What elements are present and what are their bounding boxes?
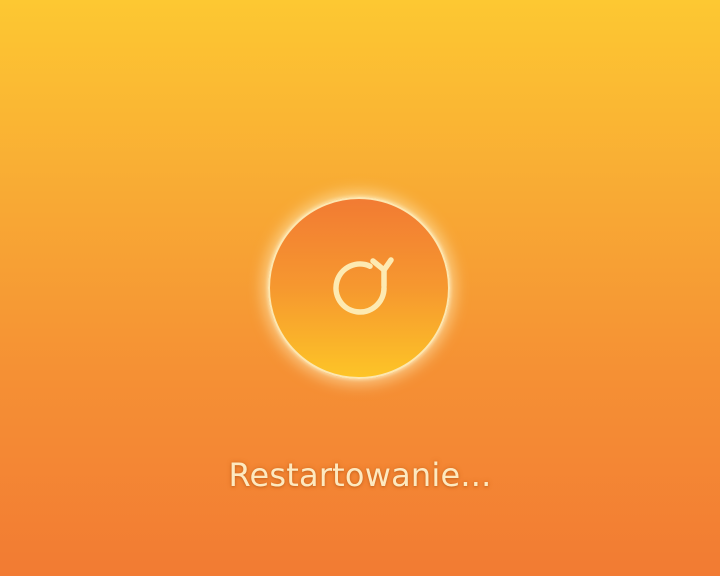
restart-icon [318, 246, 402, 330]
status-message: Restartowanie... [228, 456, 492, 494]
restart-screen: Restartowanie... [0, 0, 720, 576]
restart-indicator-circle [268, 197, 450, 379]
